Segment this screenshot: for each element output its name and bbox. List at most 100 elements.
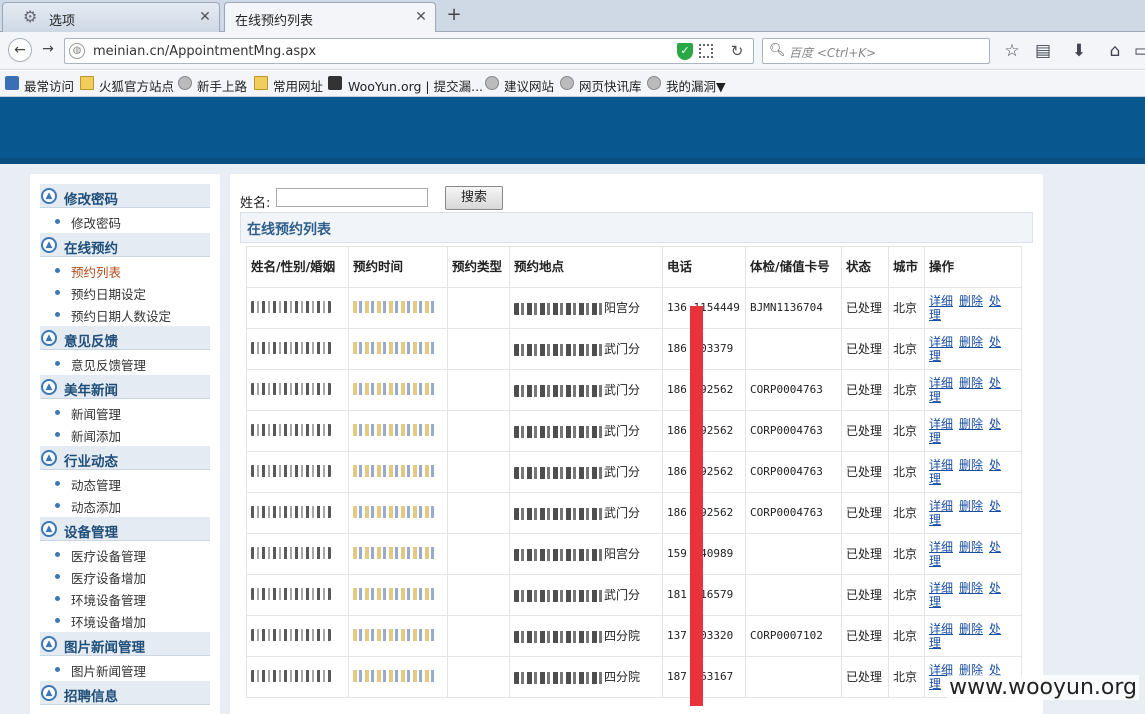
name-cell bbox=[246, 287, 349, 329]
sidebar-item-label: 图片新闻管理 bbox=[71, 664, 147, 679]
bookmark-item[interactable]: 常用网址 bbox=[273, 76, 323, 95]
new-tab-button[interactable]: + bbox=[444, 5, 464, 25]
tab-title: 在线预约列表 bbox=[235, 14, 314, 29]
delete-link[interactable]: 删除 bbox=[959, 335, 983, 349]
sidebar-section-industry[interactable]: ▲ 行业动态 bbox=[40, 446, 210, 470]
redacted-name bbox=[251, 546, 331, 559]
sidebar-item-env-equipment-manage[interactable]: 环境设备管理 bbox=[55, 590, 146, 609]
sidebar-section-news[interactable]: ▲ 美年新闻 bbox=[40, 375, 210, 399]
detail-link[interactable]: 详细 bbox=[929, 417, 953, 431]
bookmark-star-icon[interactable]: ☆ bbox=[1001, 40, 1023, 62]
sidebar-item-feedback-manage[interactable]: 意见反馈管理 bbox=[55, 355, 146, 374]
delete-link[interactable]: 删除 bbox=[959, 499, 983, 513]
shield-icon[interactable]: ✓ bbox=[677, 43, 693, 60]
sidebar-item-news-add[interactable]: 新闻添加 bbox=[55, 426, 121, 445]
sidebar-item-medical-equipment-add[interactable]: 医疗设备增加 bbox=[55, 568, 146, 587]
tab-appointment-list[interactable]: 在线预约列表 ✕ bbox=[224, 2, 436, 33]
url-bar[interactable]: ◍ meinian.cn/AppointmentMng.aspx ✓ ↻ bbox=[64, 38, 754, 64]
bookmark-item[interactable]: 我的漏洞▼ bbox=[666, 76, 726, 95]
detail-link[interactable]: 详细 bbox=[929, 499, 953, 513]
city-cell: 北京 bbox=[888, 492, 925, 534]
table-row: 武门分 186 992562 CORP0004763 已处理 北京 详细 删除 处理 bbox=[246, 410, 1022, 452]
sidebar-section-photo-news[interactable]: ▲ 图片新闻管理 bbox=[40, 632, 210, 656]
table-row: 武门分 181 316579 已处理 北京 详细 删除 处理 bbox=[246, 574, 1022, 616]
tab-options[interactable]: ⚙ 选项 ✕ bbox=[2, 2, 220, 32]
bookmark-item[interactable]: 最常访问 bbox=[24, 76, 74, 95]
bookmark-item[interactable]: 新手上路 bbox=[197, 76, 247, 95]
detail-link[interactable]: 详细 bbox=[929, 622, 953, 636]
redacted-time bbox=[353, 669, 435, 682]
menu-icon[interactable]: ▭ bbox=[1134, 40, 1145, 62]
sidebar-item-medical-equipment-manage[interactable]: 医疗设备管理 bbox=[55, 546, 146, 565]
column-header: 预约地点 bbox=[509, 246, 663, 288]
sidebar-item-change-password[interactable]: 修改密码 bbox=[55, 213, 121, 232]
back-button[interactable]: ← bbox=[8, 38, 32, 62]
status-cell: 已处理 bbox=[841, 369, 889, 411]
sidebar-item-dynamic-manage[interactable]: 动态管理 bbox=[55, 475, 121, 494]
search-placeholder: 百度 <Ctrl+K> bbox=[789, 46, 877, 60]
delete-link[interactable]: 删除 bbox=[959, 622, 983, 636]
bookmark-item[interactable]: 网页快讯库 bbox=[579, 76, 642, 95]
sidebar-item-dynamic-add[interactable]: 动态添加 bbox=[55, 497, 121, 516]
detail-link[interactable]: 详细 bbox=[929, 458, 953, 472]
sidebar-item-news-manage[interactable]: 新闻管理 bbox=[55, 404, 121, 423]
sidebar-item-photo-news-manage[interactable]: 图片新闻管理 bbox=[55, 661, 146, 680]
type-cell bbox=[447, 287, 510, 329]
sidebar-item-label: 环境设备管理 bbox=[71, 593, 147, 608]
qr-code-icon[interactable] bbox=[699, 44, 713, 58]
sidebar-item-label: 动态添加 bbox=[71, 500, 122, 515]
delete-link[interactable]: 删除 bbox=[959, 417, 983, 431]
location-cell: 武门分 bbox=[509, 369, 663, 411]
column-header: 电话 bbox=[662, 246, 746, 288]
status-cell: 已处理 bbox=[841, 492, 889, 534]
detail-link[interactable]: 详细 bbox=[929, 540, 953, 554]
search-button[interactable]: 搜索 bbox=[445, 186, 503, 210]
table-header-row: 姓名/性别/婚姻 预约时间 预约类型 预约地点 电话 体检/储值卡号 状态 城市… bbox=[246, 246, 1022, 288]
sidebar-section-appointment[interactable]: ▲ 在线预约 bbox=[40, 233, 210, 257]
url-text[interactable]: meinian.cn/AppointmentMng.aspx bbox=[93, 44, 316, 59]
close-icon[interactable]: ✕ bbox=[197, 9, 213, 25]
name-cell bbox=[246, 451, 349, 493]
redacted-time bbox=[353, 628, 435, 641]
reading-list-icon[interactable]: ▤ bbox=[1032, 40, 1054, 62]
sidebar-item-appointment-list[interactable]: 预约列表 bbox=[55, 262, 121, 281]
status-cell: 已处理 bbox=[841, 533, 889, 575]
bookmark-item[interactable]: WooYun.org | 提交漏... bbox=[348, 76, 483, 95]
type-cell bbox=[447, 533, 510, 575]
column-header: 城市 bbox=[888, 246, 925, 288]
wooyun-icon bbox=[328, 76, 342, 90]
download-icon[interactable]: ⬇ bbox=[1068, 40, 1090, 62]
detail-link[interactable]: 详细 bbox=[929, 581, 953, 595]
bookmark-item[interactable]: 建议网站 bbox=[504, 76, 554, 95]
delete-link[interactable]: 删除 bbox=[959, 294, 983, 308]
name-search-input[interactable] bbox=[276, 188, 428, 207]
sidebar-item-appointment-date[interactable]: 预约日期设定 bbox=[55, 284, 146, 303]
delete-link[interactable]: 删除 bbox=[959, 540, 983, 554]
globe-icon bbox=[485, 76, 499, 90]
search-icon: 🔍︎ bbox=[769, 43, 786, 58]
actions-cell: 详细 删除 处理 bbox=[924, 328, 1022, 370]
sidebar-section-title: 设备管理 bbox=[64, 525, 118, 541]
forward-button[interactable]: → bbox=[36, 38, 60, 62]
search-box[interactable]: 🔍︎ 百度 <Ctrl+K> bbox=[762, 38, 990, 64]
delete-link[interactable]: 删除 bbox=[959, 581, 983, 595]
detail-link[interactable]: 详细 bbox=[929, 335, 953, 349]
delete-link[interactable]: 删除 bbox=[959, 458, 983, 472]
sidebar-section-recruitment[interactable]: ▲ 招聘信息 bbox=[40, 681, 210, 705]
bookmark-item[interactable]: 火狐官方站点 bbox=[99, 76, 174, 95]
sidebar-item-appointment-date-count[interactable]: 预约日期人数设定 bbox=[55, 306, 171, 325]
sidebar-section-equipment[interactable]: ▲ 设备管理 bbox=[40, 517, 210, 541]
detail-link[interactable]: 详细 bbox=[929, 376, 953, 390]
redacted-location bbox=[514, 343, 604, 356]
detail-link[interactable]: 详细 bbox=[929, 294, 953, 308]
sidebar-section-feedback[interactable]: ▲ 意见反馈 bbox=[40, 326, 210, 350]
time-cell bbox=[348, 451, 448, 493]
reload-icon[interactable]: ↻ bbox=[727, 41, 747, 61]
sidebar-item-env-equipment-add[interactable]: 环境设备增加 bbox=[55, 612, 146, 631]
table-row: 武门分 186 103379 已处理 北京 详细 删除 处理 bbox=[246, 328, 1022, 370]
sidebar-section-title: 招聘信息 bbox=[64, 689, 118, 705]
home-icon[interactable]: ⌂ bbox=[1104, 40, 1126, 62]
delete-link[interactable]: 删除 bbox=[959, 376, 983, 390]
close-icon[interactable]: ✕ bbox=[413, 9, 429, 25]
sidebar-section-change-password[interactable]: ▲ 修改密码 bbox=[40, 184, 210, 208]
